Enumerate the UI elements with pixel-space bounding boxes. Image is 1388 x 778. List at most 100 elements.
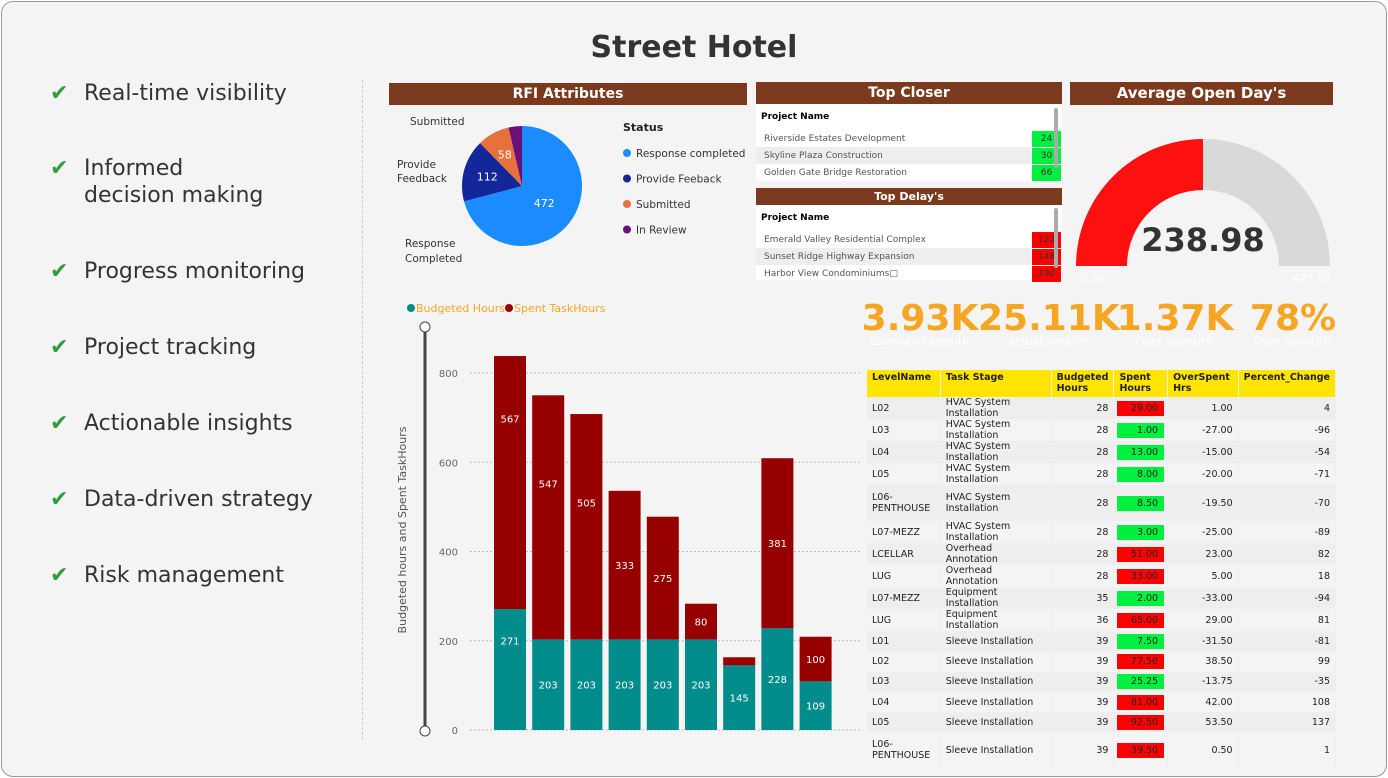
- table-cell: -33.00: [1167, 587, 1239, 609]
- table-row[interactable]: LUG Equipment Installation 36 65.00 29.00 81: [867, 609, 1337, 631]
- pie-callout: Submitted: [410, 116, 465, 128]
- kpi-label: Over Spent/Hr: [1253, 335, 1333, 348]
- project-name: Golden Gate Bridge Restoration: [764, 167, 907, 178]
- table-row[interactable]: L04 HVAC System Installation 28 13.00 -15.00…: [867, 441, 1337, 463]
- table-cell: 28: [1051, 397, 1115, 419]
- table-row[interactable]: L02 Sleeve Installation 39 77.50 38.50 99: [867, 651, 1337, 672]
- pie-callout: Provide: [397, 159, 436, 171]
- top-delays-table[interactable]: Project Name Emerald Valley Residential C…: [756, 205, 1062, 283]
- table-cell: 39: [1051, 631, 1115, 652]
- slider-handle[interactable]: [419, 321, 431, 333]
- slider-handle[interactable]: [419, 725, 431, 737]
- scrollbar[interactable]: [1054, 208, 1058, 268]
- scrollbar[interactable]: [1054, 108, 1058, 168]
- table-row[interactable]: Golden Gate Bridge Restoration 66: [756, 163, 1062, 182]
- average-open-days-gauge: 238.98 0.00 477.97: [1076, 139, 1332, 285]
- bar-value-label: 381: [768, 539, 787, 550]
- spent-hours-cell: 7.50: [1113, 631, 1169, 652]
- y-tick-label: 800: [439, 369, 458, 380]
- table-cell: 0.50: [1167, 732, 1239, 769]
- level-task-table: LevelName Task Stage Budgeted Hours Spent H…: [867, 370, 1337, 769]
- table-row[interactable]: L02 HVAC System Installation 28 29.00 1.00 4: [867, 397, 1337, 419]
- table-row[interactable]: L05 Sleeve Installation 39 92.50 53.50 137: [867, 712, 1337, 733]
- table-row[interactable]: L04 Sleeve Installation 39 81.00 42.00 108: [867, 691, 1337, 713]
- table-cell: 99: [1238, 651, 1337, 672]
- pie-callout: Response: [405, 238, 455, 250]
- pie-callout: Completed: [405, 253, 462, 265]
- table-cell: -19.50: [1167, 485, 1239, 521]
- column-header[interactable]: Percent_Change: [1238, 370, 1337, 397]
- y-tick-label: 200: [439, 637, 458, 648]
- table-cell: HVAC System Installation: [940, 441, 1052, 463]
- check-icon: ✔: [50, 335, 69, 360]
- legend-item[interactable]: Budgeted Hours: [416, 302, 505, 315]
- table-cell: Sleeve Installation: [940, 631, 1052, 652]
- table-cell: 36: [1051, 609, 1115, 631]
- spent-hours-cell: 2.00: [1113, 587, 1169, 609]
- table-row[interactable]: L06- PENTHOUSE HVAC System Installation 28…: [867, 485, 1337, 521]
- legend-marker: [407, 304, 415, 312]
- table-cell: L03: [867, 419, 941, 441]
- table-cell: 42.00: [1167, 691, 1239, 713]
- bar-segment[interactable]: [494, 609, 526, 730]
- table-row[interactable]: Harbor View Condominiums□ 190: [756, 264, 1062, 283]
- table-row[interactable]: L06- PENTHOUSE Sleeve Installation 39 39.50…: [867, 732, 1337, 769]
- table-cell: -71: [1238, 463, 1337, 485]
- legend-item[interactable]: Spent TaskHours: [514, 302, 606, 315]
- table-cell: 23.00: [1167, 543, 1239, 565]
- table-row[interactable]: Sunset Ridge Highway Expansion 148: [756, 247, 1062, 266]
- legend-item[interactable]: Submitted: [636, 199, 691, 211]
- table-row[interactable]: LCELLAR Overhead Annotation 28 51.00 23.00 82: [867, 543, 1337, 565]
- table-row[interactable]: LUG Overhead Annotation 28 33.00 5.00 18: [867, 565, 1337, 587]
- table-row[interactable]: L07-MEZZ Equipment Installation 35 2.00 -33.…: [867, 587, 1337, 609]
- table-row[interactable]: Skyline Plaza Construction 30: [756, 146, 1062, 165]
- table-cell: 108: [1238, 691, 1337, 713]
- rfi-header: RFI Attributes: [389, 83, 747, 105]
- table-row[interactable]: Riverside Estates Development 24: [756, 129, 1062, 148]
- column-header[interactable]: OverSpent Hrs: [1167, 370, 1239, 397]
- column-header[interactable]: LevelName: [867, 370, 941, 397]
- legend-marker: [623, 149, 631, 157]
- table-cell: 18: [1238, 565, 1337, 587]
- column-header[interactable]: Spent Hours: [1113, 370, 1169, 397]
- spent-hours-cell: 39.50: [1113, 732, 1169, 769]
- legend-item[interactable]: Provide Feeback: [636, 174, 723, 186]
- table-cell: Sleeve Installation: [940, 712, 1052, 733]
- bar-value-label: 203: [577, 681, 596, 692]
- table-row[interactable]: L05 HVAC System Installation 28 8.00 -20.00-…: [867, 463, 1337, 485]
- check-icon: ✔: [50, 487, 69, 512]
- table-cell: 5.00: [1167, 565, 1239, 587]
- spent-hours-cell: 81.00: [1113, 691, 1169, 713]
- bar-segment[interactable]: [570, 414, 603, 640]
- top-closer-table[interactable]: Project Name Riverside Estates Developmen…: [756, 104, 1062, 182]
- kpi-value: 3.93K: [861, 298, 979, 339]
- table-row[interactable]: L07-MEZZ HVAC System Installation 28 3.00 -2…: [867, 521, 1337, 543]
- spent-hours-cell: 65.00: [1113, 609, 1169, 631]
- feature-item: ✔ Real-time visibility: [50, 80, 287, 107]
- bar-value-label: 275: [653, 574, 672, 585]
- bar-value-label: 203: [653, 681, 672, 692]
- bar-value-label: 271: [500, 637, 519, 648]
- bar-segment[interactable]: [532, 395, 565, 640]
- table-row[interactable]: Emerald Valley Residential Complex 122: [756, 230, 1062, 249]
- column-header[interactable]: Task Stage: [940, 370, 1052, 397]
- legend-item[interactable]: Response completed: [636, 148, 745, 160]
- bar-value-label: 203: [691, 681, 710, 692]
- gauge-max: 477.97: [1293, 272, 1332, 285]
- bar-segment[interactable]: [723, 657, 756, 666]
- column-header[interactable]: Budgeted Hours: [1051, 370, 1115, 397]
- feature-item: ✔ Actionable insights: [50, 410, 293, 437]
- gauge-value: 238.98: [1141, 221, 1264, 259]
- feature-item: ✔ Progress monitoring: [50, 258, 305, 285]
- bar-segment[interactable]: [494, 356, 526, 610]
- table-cell: Sleeve Installation: [940, 691, 1052, 713]
- table-row[interactable]: L03 Sleeve Installation 39 25.25 -13.75 -35: [867, 671, 1337, 692]
- spent-hours-cell: 8.00: [1113, 463, 1169, 485]
- table-cell: 82: [1238, 543, 1337, 565]
- table-cell: Overhead Annotation: [940, 543, 1052, 565]
- legend-marker: [623, 174, 631, 183]
- project-name: Harbor View Condominiums□: [764, 268, 898, 279]
- legend-item[interactable]: In Review: [636, 225, 687, 237]
- table-row[interactable]: L03 HVAC System Installation 28 1.00 -27.00-…: [867, 419, 1337, 441]
- table-row[interactable]: L01 Sleeve Installation 39 7.50 -31.50 -81: [867, 631, 1337, 652]
